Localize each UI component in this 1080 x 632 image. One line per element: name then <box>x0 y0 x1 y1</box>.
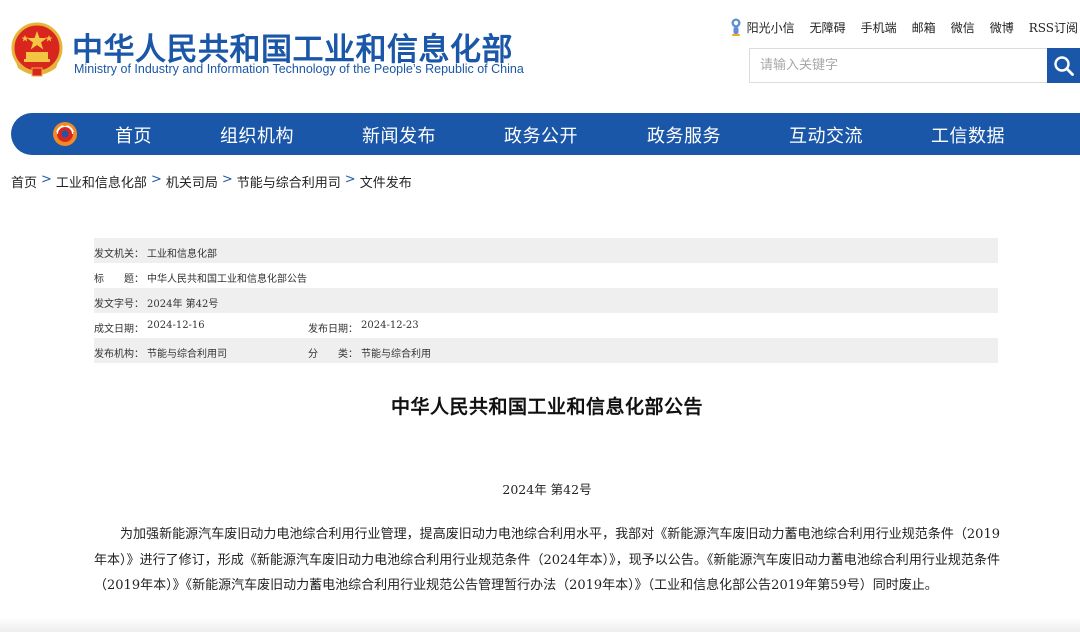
article-title: 中华人民共和国工业和信息化部公告 <box>390 396 703 418</box>
meta-value: 2024-12-23 <box>361 320 419 331</box>
search-icon <box>1053 55 1074 76</box>
top-link-weibo[interactable]: 微博 <box>990 19 1014 36</box>
top-link-mobile[interactable]: 手机端 <box>861 19 897 36</box>
article-paragraph: 为加强新能源汽车废旧动力电池综合利用行业管理，提高废旧动力电池综合利用水平，我部… <box>94 527 1000 593</box>
top-link-mail[interactable]: 邮箱 <box>912 19 936 36</box>
meta-label: 发布机构： <box>94 349 144 360</box>
nav-item-government-affairs[interactable]: 政务公开 <box>504 122 578 148</box>
meta-row-issuer: 发文机关： 工业和信息化部 <box>94 238 998 263</box>
top-link-label[interactable]: 阳光小信 <box>747 19 795 36</box>
breadcrumb-separator: > <box>344 172 356 187</box>
meta-value: 中华人民共和国工业和信息化部公告 <box>147 274 307 285</box>
top-link-sunshine[interactable]: 阳光小信 <box>729 18 795 36</box>
meta-row-title: 标 题： 中华人民共和国工业和信息化部公告 <box>94 263 998 288</box>
site-title-en[interactable]: Ministry of Industry and Information Tec… <box>74 62 524 76</box>
breadcrumb-separator: > <box>221 172 233 187</box>
breadcrumb-departments[interactable]: 机关司局 <box>166 172 218 191</box>
breadcrumb-ministry[interactable]: 工业和信息化部 <box>56 172 147 191</box>
meta-value: 2024-12-16 <box>147 320 205 331</box>
meta-label: 发文字号： <box>94 299 144 310</box>
site-header: 中华人民共和国工业和信息化部 Ministry of Industry and … <box>0 0 1080 108</box>
meta-value: 2024年 第42号 <box>147 299 219 310</box>
national-emblem-icon[interactable] <box>10 22 64 78</box>
top-link-wechat[interactable]: 微信 <box>951 19 975 36</box>
meta-label: 分 类： <box>308 349 358 360</box>
main-nav: 首页 组织机构 新闻发布 政务公开 政务服务 互动交流 工信数据 <box>11 113 1080 155</box>
nav-item-home[interactable]: 首页 <box>115 122 152 148</box>
meta-row-docno: 发文字号： 2024年 第42号 <box>94 288 998 313</box>
meta-label: 发布日期： <box>308 324 358 335</box>
search-button[interactable] <box>1047 48 1080 83</box>
meta-value: 工业和信息化部 <box>147 249 217 260</box>
top-link-rss[interactable]: RSS订阅 <box>1029 19 1078 36</box>
meta-row-dates: 成文日期： 2024-12-16 发布日期： 2024-12-23 <box>94 313 998 338</box>
search-input[interactable] <box>749 48 1047 83</box>
breadcrumb-documents[interactable]: 文件发布 <box>360 172 412 191</box>
meta-row-org: 发布机构： 节能与综合利用司 分 类： 节能与综合利用 <box>94 338 998 363</box>
breadcrumb-energy-dept[interactable]: 节能与综合利用司 <box>237 172 341 191</box>
nav-item-data[interactable]: 工信数据 <box>931 122 1005 148</box>
mascot-icon <box>731 18 741 36</box>
article-doc-number: 2024年 第42号 <box>502 482 592 497</box>
nav-item-news[interactable]: 新闻发布 <box>362 122 436 148</box>
top-links: 阳光小信 无障碍 手机端 邮箱 微信 微博 RSS订阅 <box>729 18 1078 36</box>
nav-item-organization[interactable]: 组织机构 <box>220 122 294 148</box>
meta-value: 节能与综合利用司 <box>147 349 227 360</box>
miit-logo-icon[interactable] <box>51 120 79 148</box>
nav-item-interaction[interactable]: 互动交流 <box>789 122 863 148</box>
breadcrumb-separator: > <box>41 172 52 187</box>
breadcrumb-separator: > <box>150 172 162 187</box>
document-meta-table: 发文机关： 工业和信息化部 标 题： 中华人民共和国工业和信息化部公告 发文字号… <box>94 238 998 363</box>
nav-item-services[interactable]: 政务服务 <box>647 122 721 148</box>
breadcrumb-home[interactable]: 首页 <box>11 172 37 191</box>
meta-label: 成文日期： <box>94 324 144 335</box>
meta-value: 节能与综合利用 <box>361 349 431 360</box>
top-link-accessibility[interactable]: 无障碍 <box>810 19 846 36</box>
scroll-fade <box>0 618 1080 632</box>
breadcrumb: 首页 > 工业和信息化部 > 机关司局 > 节能与综合利用司 > 文件发布 <box>11 172 412 191</box>
meta-label: 发文机关： <box>94 249 144 260</box>
meta-label: 标 题： <box>94 274 144 285</box>
